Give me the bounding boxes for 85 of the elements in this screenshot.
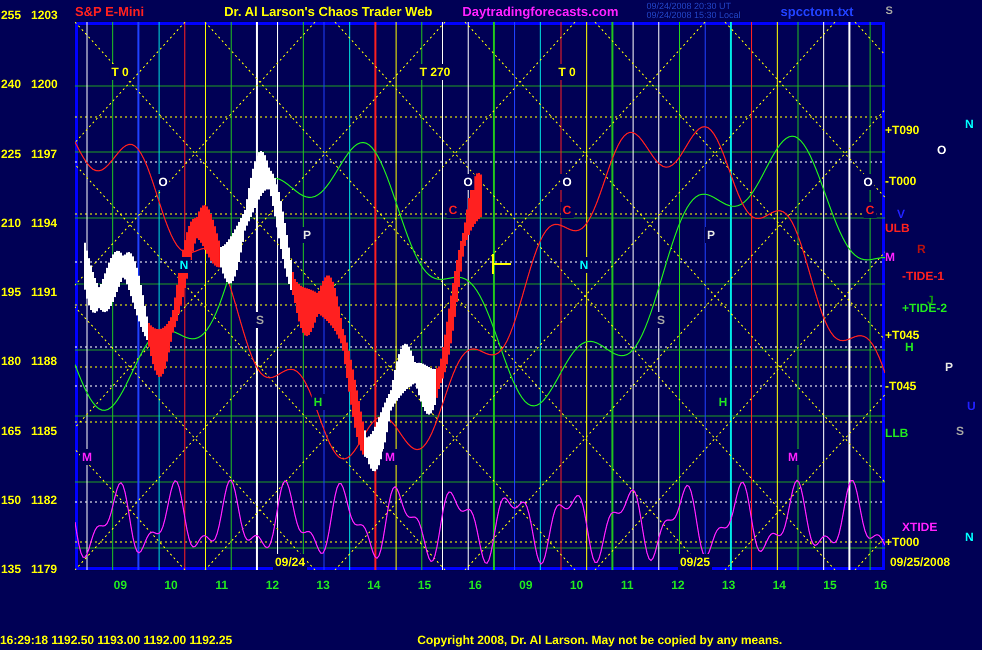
hour-label: 16	[467, 578, 483, 592]
level-label: 09/25/2008	[890, 555, 950, 569]
level-label: V	[897, 207, 906, 221]
site-title: Dr. Al Larson's Chaos Trader Web	[224, 4, 432, 18]
chart-marker: N	[578, 257, 590, 273]
hour-label: 11	[214, 578, 230, 592]
price-label: 1185	[31, 424, 58, 438]
level-label: LLB	[885, 426, 908, 440]
level-label: -TIDE-1	[902, 269, 944, 283]
file-name: spcctom.txt	[780, 4, 854, 18]
level-label: +T000	[885, 535, 920, 549]
level-label: R	[917, 242, 926, 256]
level-label: +T090	[885, 123, 920, 137]
price-label: 1203	[31, 8, 58, 22]
level-label: -T045	[885, 379, 916, 393]
chart-marker: 09/24	[272, 554, 308, 570]
chart-marker: H	[312, 394, 324, 410]
level-label: M	[885, 250, 895, 264]
axis-label: 180	[1, 354, 22, 368]
price-label: 1179	[31, 562, 58, 576]
corner-letter: S	[886, 5, 893, 17]
chart-marker: P	[301, 227, 313, 243]
price-label: 1200	[31, 77, 58, 92]
level-label: U	[967, 399, 976, 413]
site-link[interactable]: Daytradingforecasts.com	[462, 4, 618, 18]
hour-label: 10	[568, 578, 584, 592]
level-label: O	[937, 143, 946, 157]
chart-marker: N	[178, 257, 190, 273]
hour-label: 12	[670, 578, 686, 592]
chart-marker: C	[560, 202, 574, 218]
current-price-marker-icon	[492, 253, 512, 275]
hour-label: 15	[416, 578, 432, 592]
chart-marker: O	[156, 174, 170, 190]
hour-label: 09	[112, 578, 128, 592]
timestamp: 09/24/2008 15:30 Local	[646, 11, 741, 20]
level-label: S	[956, 424, 964, 438]
level-label: ULB	[885, 221, 910, 235]
chart-marker: T 270	[418, 64, 452, 80]
chart-marker: O	[861, 174, 875, 190]
timestamp: 09/24/2008 20:30 UT	[646, 2, 732, 11]
hour-label: 12	[264, 578, 280, 592]
axis-label: 255	[1, 8, 22, 22]
level-label: N	[965, 530, 974, 544]
chart-marker: M	[383, 449, 397, 465]
hour-label: 10	[163, 578, 179, 592]
chart-marker: O	[560, 174, 574, 190]
hour-label: 09	[518, 578, 534, 592]
chart-marker: T 0	[556, 64, 578, 80]
hour-label: 14	[772, 578, 787, 592]
hour-label: 16	[872, 578, 888, 592]
chart-marker: C	[864, 202, 876, 218]
axis-label: 240	[1, 77, 22, 92]
price-label: 1197	[31, 146, 58, 160]
level-label: N	[965, 117, 974, 131]
chart-marker: S	[655, 312, 667, 328]
copyright-text: Copyright 2008, Dr. Al Larson. May not be copied by any means.	[417, 633, 782, 647]
chart-marker: M	[786, 449, 800, 465]
axis-label: 135	[1, 562, 22, 576]
axis-label: 165	[1, 424, 22, 438]
level-label: -T000	[885, 174, 916, 188]
axis-label: 195	[1, 285, 22, 299]
axis-label: 150	[1, 492, 22, 507]
chart-marker: T 0	[109, 64, 131, 80]
level-label: XTIDE	[902, 520, 938, 534]
price-label: 1191	[31, 285, 58, 299]
chart-marker: O	[461, 174, 475, 190]
quote-text: 16:29:18 1192.50 1193.00 1192.00 1192.25	[0, 633, 232, 647]
instrument-title: S&P E-Mini	[75, 4, 144, 18]
level-label: P	[945, 360, 954, 374]
hour-label: 13	[315, 578, 331, 592]
price-label: 1194	[31, 216, 58, 230]
hour-label: 14	[366, 578, 382, 592]
level-label: H	[905, 340, 914, 354]
chart-marker: S	[254, 312, 266, 328]
axis-label: 210	[1, 216, 22, 230]
chart-marker: 09/25	[678, 554, 712, 570]
hour-label: 11	[620, 578, 635, 592]
level-label: +T045	[885, 328, 920, 342]
hour-label: 15	[822, 578, 838, 592]
chart-marker: P	[705, 227, 717, 243]
axis-label: 225	[1, 146, 22, 160]
hour-label: 13	[720, 578, 736, 592]
chart-marker: M	[80, 449, 94, 465]
price-label: 1182	[31, 492, 58, 507]
price-label: 1188	[31, 354, 58, 368]
